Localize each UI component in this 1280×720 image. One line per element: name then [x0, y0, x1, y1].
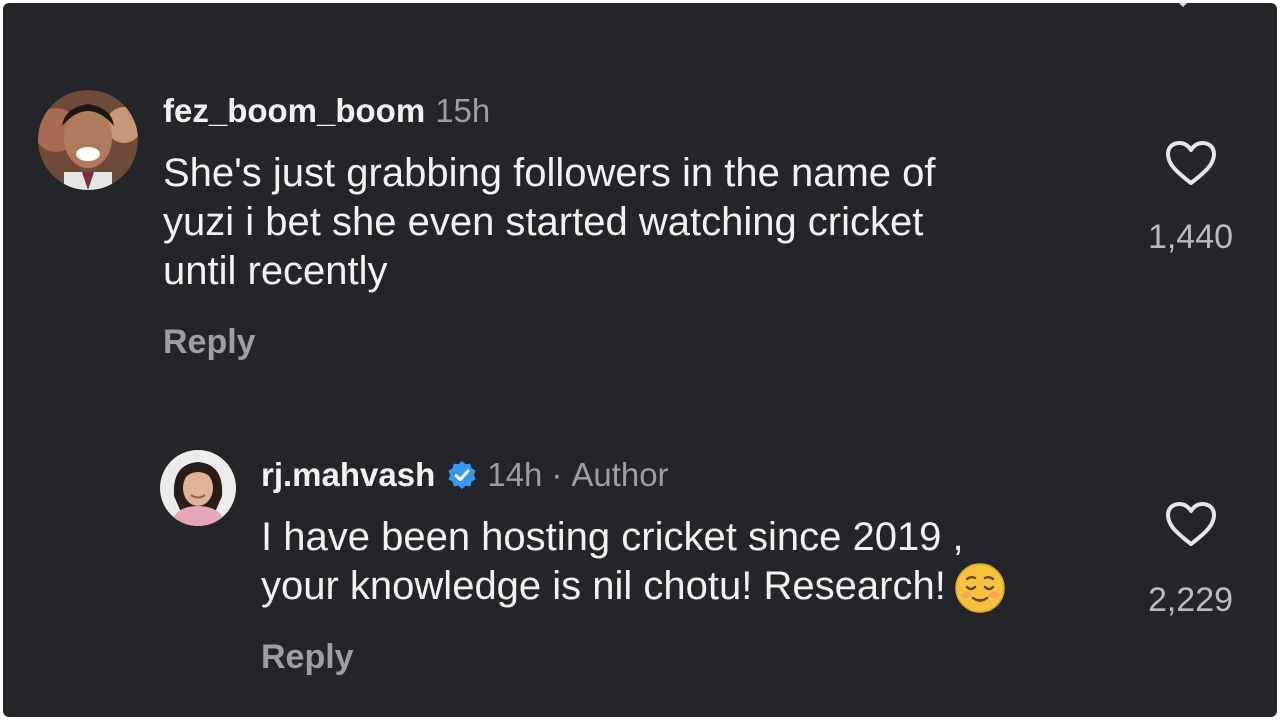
like-count: 2,229 [1147, 581, 1234, 619]
heart-outline-icon[interactable] [1164, 500, 1218, 548]
comment-text-line: She's just grabbing followers in the nam… [163, 151, 936, 195]
avatar[interactable] [38, 90, 138, 190]
comment-text-line: yuzi i bet she even started watching cri… [163, 200, 924, 244]
comment-text-line: I have been hosting cricket since 2019 , [261, 515, 964, 559]
profile-photo-woman-icon [160, 450, 236, 526]
avatar[interactable] [160, 450, 236, 526]
heart-outline-icon[interactable] [1164, 139, 1218, 187]
chevron-down-icon[interactable] [1175, 3, 1191, 9]
comment-text-line: until recently [163, 249, 388, 293]
relieved-face-emoji-icon [955, 563, 1005, 614]
author-badge: Author [571, 456, 669, 493]
timestamp: 15h [435, 92, 491, 129]
like-count: 1,440 [1147, 218, 1234, 256]
comment-text-segment: your knowledge is nil chotu! Research! [261, 564, 946, 608]
comments-panel: fez_boom_boom 15h She's just grabbing fo… [3, 3, 1277, 717]
comment-header: fez_boom_boom 15h [163, 91, 490, 131]
username[interactable]: fez_boom_boom [163, 91, 425, 131]
profile-photo-man-icon [38, 90, 138, 190]
comment-text-line: your knowledge is nil chotu! Research! [261, 562, 1006, 614]
separator: · [551, 456, 563, 493]
timestamp: 14h [487, 456, 543, 493]
reply-button[interactable]: Reply [163, 322, 256, 362]
reply-button[interactable]: Reply [261, 637, 354, 677]
comment-text: She's just grabbing followers in the nam… [163, 149, 936, 296]
username[interactable]: rj.mahvash [261, 455, 435, 495]
comment-text: I have been hosting cricket since 2019 ,… [261, 513, 1006, 614]
verified-badge-icon [448, 461, 476, 489]
comment-header: rj.mahvash 14h · Author [261, 455, 669, 495]
